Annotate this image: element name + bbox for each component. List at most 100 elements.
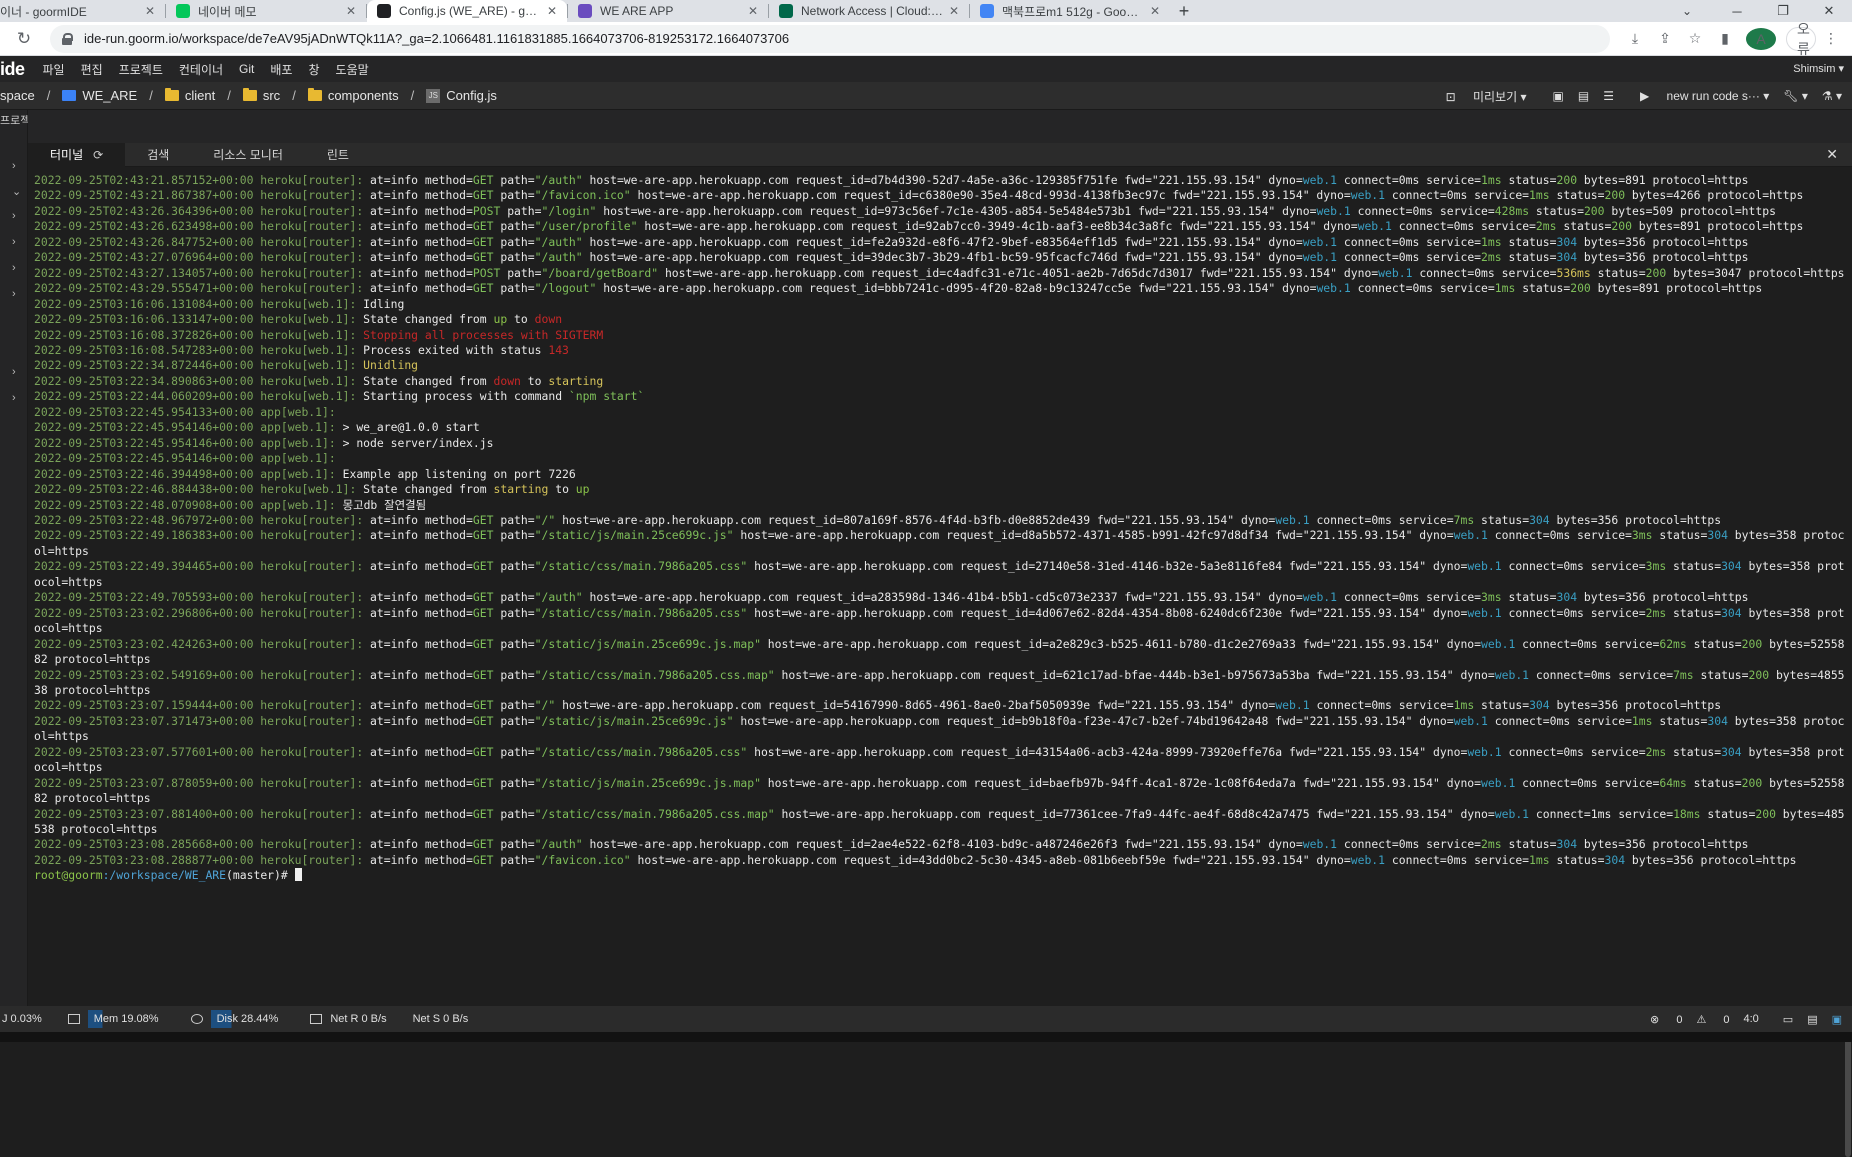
- breadcrumb-client[interactable]: client /: [164, 88, 243, 103]
- log-timestamp: 2022-09-25T03:22:45.954133+00:00 app[web…: [34, 404, 343, 419]
- chevron-right-icon[interactable]: ›: [12, 262, 16, 274]
- star-icon[interactable]: ☆: [1680, 30, 1710, 47]
- log-text: connect=0ms service=: [1350, 203, 1495, 218]
- disk-usage[interactable]: Disk 28.44%: [190, 1010, 285, 1028]
- browser-tab[interactable]: 이너 - goormIDE ✕: [0, 0, 165, 22]
- log-text: web.1: [1453, 528, 1488, 543]
- chat-icon[interactable]: ▤: [1807, 1013, 1817, 1026]
- menu-project[interactable]: 프로젝트: [119, 61, 163, 78]
- user-menu[interactable]: Shimsim ▾: [1793, 62, 1844, 75]
- favicon-icon: [377, 4, 391, 18]
- terminal-output[interactable]: 2022-09-25T02:43:21.857152+00:00 heroku[…: [28, 167, 1852, 1006]
- chevron-right-icon[interactable]: ›: [12, 366, 16, 378]
- close-icon[interactable]: ✕: [1826, 146, 1838, 163]
- close-tab-icon[interactable]: ✕: [547, 4, 557, 18]
- avatar[interactable]: A: [1746, 27, 1776, 50]
- log-text: at=info method=: [370, 219, 473, 234]
- browser-tab[interactable]: 네이버 메모 ✕: [166, 0, 366, 22]
- log-text: 2ms: [1535, 219, 1557, 234]
- reload-icon[interactable]: ↻: [10, 29, 38, 49]
- log-text: GET: [472, 605, 494, 620]
- log-text: 304: [1707, 528, 1728, 543]
- log-line: 2022-09-25T02:43:27.076964+00:00 heroku[…: [34, 250, 1846, 265]
- menu-edit[interactable]: 편집: [81, 61, 103, 78]
- log-text: status=: [1556, 219, 1612, 234]
- tab-lint[interactable]: 린트: [305, 143, 371, 167]
- log-text: path=: [493, 528, 535, 543]
- browser-tab[interactable]: Network Access | Cloud: Mongo ✕: [769, 0, 969, 22]
- debug-icon[interactable]: ⚗︎ ▾: [1822, 89, 1842, 103]
- chevron-down-icon[interactable]: ⌄: [12, 185, 21, 198]
- breadcrumb-workspace[interactable]: space /: [0, 88, 62, 103]
- terminal-scrollbar[interactable]: [1844, 167, 1852, 1157]
- log-text: "/login": [541, 203, 597, 218]
- tab-search[interactable]: 검색: [125, 143, 191, 167]
- close-window-icon[interactable]: ✕: [1806, 0, 1852, 22]
- menu-help[interactable]: 도움말: [336, 61, 369, 78]
- tab-resource-monitor[interactable]: 리소스 모니터: [191, 143, 305, 167]
- chevron-right-icon[interactable]: ›: [12, 288, 16, 300]
- menu-file[interactable]: 파일: [43, 61, 65, 78]
- preview-button[interactable]: ⊡ 미리보기 ▾: [1446, 88, 1527, 105]
- sidepanel-icon[interactable]: ▮: [1710, 30, 1740, 47]
- log-text: down: [493, 373, 521, 388]
- save-all-icon[interactable]: ▤: [1578, 89, 1589, 103]
- chevron-right-icon[interactable]: ›: [12, 236, 16, 248]
- browser-tab[interactable]: Config.js (WE_ARE) - goormIDE ✕: [367, 0, 567, 22]
- project-sidebar-label[interactable]: 프로젝트: [0, 110, 28, 128]
- menu-git[interactable]: Git: [239, 62, 254, 76]
- run-button[interactable]: ▶ new run code s··· ▾: [1640, 89, 1769, 103]
- toolbar-right: ⊡ 미리보기 ▾ ▣ ▤ ☰ ▶ new run code s··· ▾ 🔧︎ …: [1432, 82, 1852, 110]
- close-tab-icon[interactable]: ✕: [1150, 4, 1160, 18]
- close-tab-icon[interactable]: ✕: [346, 4, 356, 18]
- menu-container[interactable]: 컨테이너: [179, 61, 223, 78]
- scrollbar-thumb[interactable]: [1845, 1037, 1851, 1157]
- log-text: host=we-are-app.herokuapp.com request_id…: [582, 234, 1303, 249]
- close-tab-icon[interactable]: ✕: [145, 4, 155, 18]
- error-count[interactable]: ⊗ 0: [1650, 1013, 1682, 1026]
- log-text: GET: [472, 806, 494, 821]
- layout-icon[interactable]: ▭: [1783, 1013, 1793, 1026]
- tab-search-icon[interactable]: ⌄: [1672, 0, 1702, 22]
- settings-toolbar-icon[interactable]: ☰: [1603, 89, 1614, 103]
- breadcrumb-components[interactable]: components /: [307, 88, 426, 103]
- log-text: status=: [1693, 667, 1749, 682]
- panel-toggle-icon[interactable]: ▣: [1832, 1013, 1842, 1026]
- log-text: 304: [1556, 250, 1578, 265]
- menu-deploy[interactable]: 배포: [270, 61, 292, 78]
- chevron-down-icon[interactable]: ›: [12, 160, 16, 172]
- warning-count[interactable]: ⚠ 0: [1696, 1013, 1729, 1026]
- build-icon[interactable]: 🔧︎ ▾: [1783, 89, 1808, 103]
- log-text: 304: [1721, 605, 1742, 620]
- close-tab-icon[interactable]: ✕: [949, 4, 959, 18]
- close-tab-icon[interactable]: ✕: [748, 4, 758, 18]
- log-text: 200: [1748, 667, 1770, 682]
- share-icon[interactable]: ⇪: [1650, 30, 1680, 47]
- tab-title: 이너 - goormIDE: [0, 4, 87, 19]
- log-text: bytes=356 protocol=https: [1577, 250, 1749, 265]
- chevron-right-icon[interactable]: ›: [12, 392, 16, 404]
- log-text: 1ms: [1481, 173, 1502, 187]
- log-text: at=info method=: [370, 528, 473, 543]
- breadcrumb-src[interactable]: src /: [242, 88, 308, 103]
- browser-tab[interactable]: 맥북프로m1 512g - Google 검색 ✕: [970, 0, 1170, 22]
- browser-tab[interactable]: WE ARE APP ✕: [568, 0, 768, 22]
- breadcrumb-project[interactable]: WE_ARE /: [62, 88, 165, 103]
- save-icon[interactable]: ▣: [1553, 89, 1564, 103]
- lock-icon[interactable]: [62, 32, 73, 45]
- tab-terminal[interactable]: 터미널 ⟳: [28, 142, 126, 167]
- chevron-right-icon[interactable]: ›: [12, 210, 16, 222]
- refresh-icon[interactable]: ⟳: [93, 148, 103, 162]
- log-text: "/auth": [534, 590, 583, 605]
- new-tab-button[interactable]: +: [1170, 0, 1198, 22]
- shell-prompt[interactable]: root@goorm:/workspace/WE_ARE(master)#: [34, 868, 1846, 883]
- minimize-icon[interactable]: ─: [1714, 0, 1760, 22]
- error-button[interactable]: 오류: [1786, 21, 1816, 57]
- breadcrumb-file[interactable]: JS Config.js: [426, 88, 497, 103]
- menu-window[interactable]: 창: [308, 61, 319, 78]
- install-icon[interactable]: ⤓: [1620, 30, 1650, 47]
- log-text: web.1: [1494, 806, 1530, 821]
- url-input[interactable]: ide-run.goorm.io/workspace/de7eAV95jADnW…: [50, 24, 1610, 53]
- memory-usage[interactable]: Mem 19.08%: [67, 1010, 165, 1028]
- more-icon[interactable]: ⋮: [1816, 30, 1846, 47]
